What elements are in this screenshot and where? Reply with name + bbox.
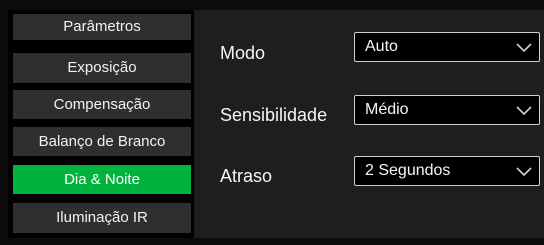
sidebar-item-compensacao[interactable]: Compensação <box>13 90 191 119</box>
sidebar-item-parametros[interactable]: Parâmetros <box>13 14 191 40</box>
chevron-down-icon <box>516 43 532 53</box>
mode-label: Modo <box>220 43 266 63</box>
settings-sidebar: Parâmetros Exposição Compensação Balanço… <box>8 10 194 238</box>
delay-select[interactable]: 2 Segundos <box>354 156 540 186</box>
chevron-down-icon <box>516 167 532 177</box>
mode-select-value: Auto <box>365 38 398 55</box>
delay-label: Atraso <box>220 166 273 186</box>
sensitivity-select-value: Médio <box>365 101 409 118</box>
day-night-settings-window: Parâmetros Exposição Compensação Balanço… <box>0 0 544 245</box>
sensitivity-label: Sensibilidade <box>220 105 328 125</box>
sidebar-item-iluminacao-ir[interactable]: Iluminação IR <box>13 203 191 233</box>
sidebar-item-balanco-de-branco[interactable]: Balanço de Branco <box>13 127 191 156</box>
chevron-down-icon <box>516 106 532 116</box>
delay-select-value: 2 Segundos <box>365 162 451 179</box>
mode-select[interactable]: Auto <box>354 32 540 62</box>
sidebar-item-exposicao[interactable]: Exposição <box>13 53 191 83</box>
settings-panel: Modo Auto Sensibilidade Médio Atraso 2 S… <box>194 10 544 238</box>
sidebar-item-dia-e-noite[interactable]: Dia & Noite <box>13 165 191 194</box>
sensitivity-select[interactable]: Médio <box>354 95 540 125</box>
